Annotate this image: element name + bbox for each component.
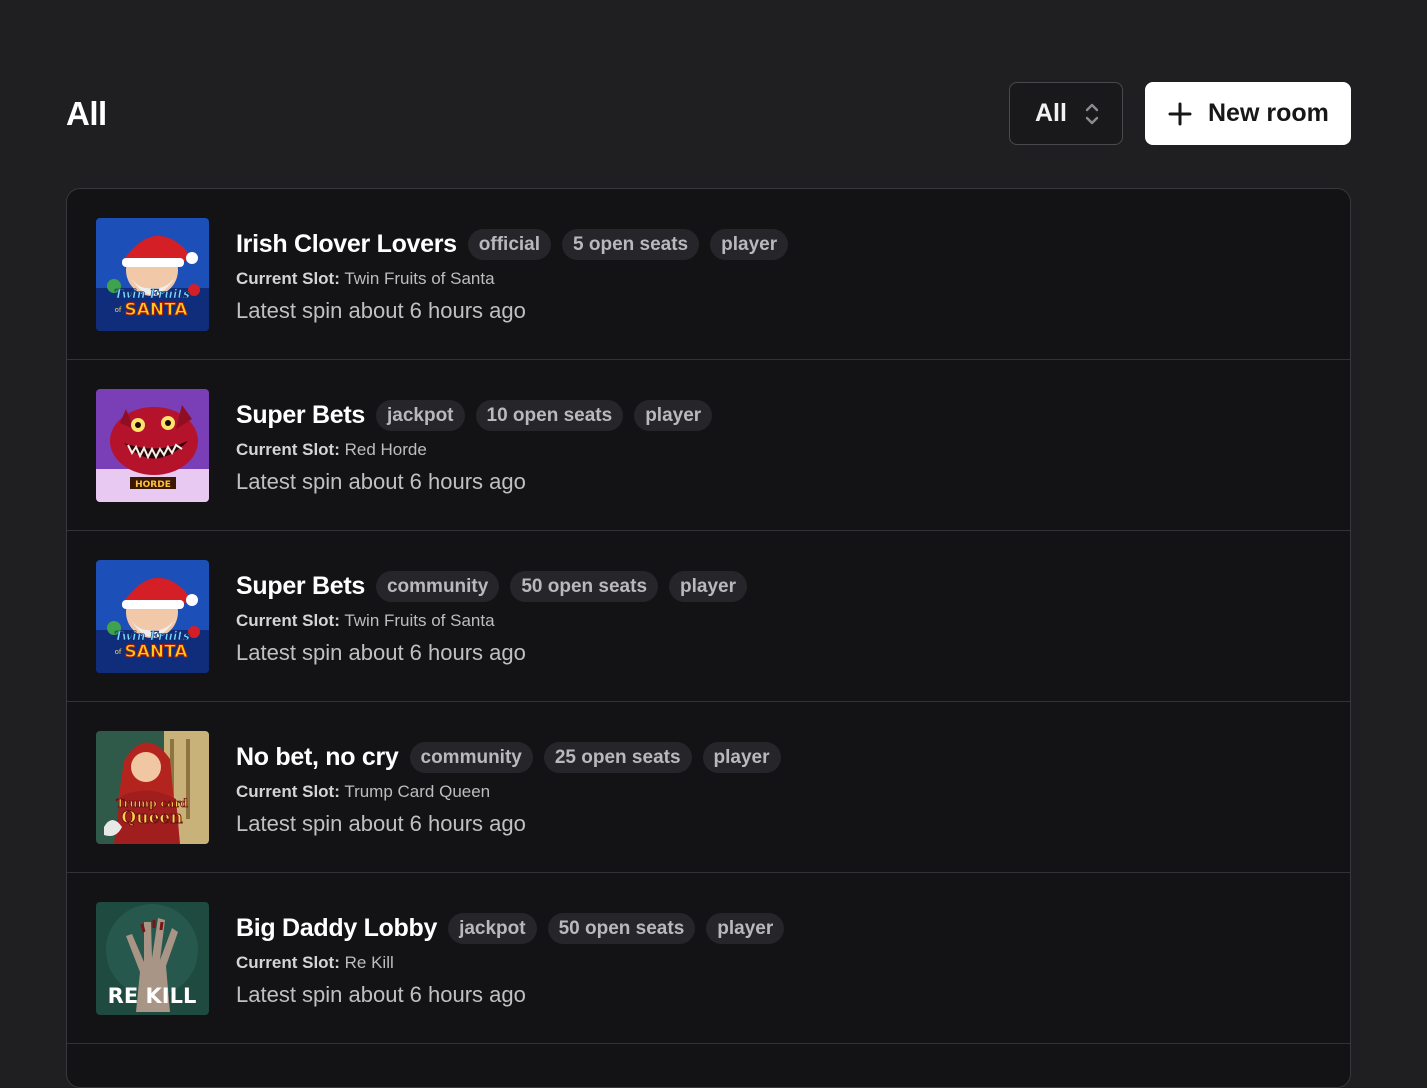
open-seats-badge: 10 open seats: [475, 399, 624, 431]
slot-thumbnail-red-horde: HORDE: [96, 389, 209, 502]
room-title-line: Super Bets community 50 open seats playe…: [236, 569, 758, 603]
current-slot: Current Slot: Trump Card Queen: [236, 780, 792, 804]
current-slot-label: Current Slot:: [236, 611, 340, 630]
current-slot-label: Current Slot:: [236, 782, 340, 801]
thumb-text: Twin Fruits: [114, 629, 190, 643]
room-name[interactable]: Irish Clover Lovers: [236, 230, 457, 259]
latest-spin: Latest spin about 6 hours ago: [236, 811, 526, 836]
thumb-text: of: [115, 648, 122, 656]
room-title-line: Irish Clover Lovers official 5 open seat…: [236, 227, 799, 261]
thumb-text: Twin Fruits: [114, 287, 190, 301]
header-controls: All New room: [1009, 82, 1351, 145]
latest-spin: Latest spin about 6 hours ago: [236, 640, 526, 665]
role-badge: player: [634, 399, 713, 431]
open-seats-badge: 50 open seats: [510, 570, 659, 602]
current-slot-label: Current Slot:: [236, 953, 340, 972]
current-slot: Current Slot: Twin Fruits of Santa: [236, 609, 758, 633]
room-type-badge: community: [375, 570, 500, 602]
new-room-button[interactable]: New room: [1145, 82, 1351, 145]
role-badge: player: [702, 741, 781, 773]
room-info: No bet, no cry community 25 open seats p…: [236, 731, 792, 838]
latest-spin: Latest spin about 6 hours ago: [236, 982, 526, 1007]
page-header: All All New room: [66, 82, 1351, 145]
current-slot: Current Slot: Re Kill: [236, 951, 795, 975]
open-seats-badge: 5 open seats: [562, 228, 700, 260]
room-title-line: No bet, no cry community 25 open seats p…: [236, 740, 792, 774]
room-list: Twin Fruits of SANTA Irish Clover Lovers…: [66, 188, 1351, 1088]
role-badge: player: [706, 912, 785, 944]
role-badge: player: [710, 228, 789, 260]
open-seats-badge: 25 open seats: [543, 741, 692, 773]
room-info: Super Bets community 50 open seats playe…: [236, 560, 758, 667]
room-name[interactable]: Super Bets: [236, 572, 365, 601]
room-info: Super Bets jackpot 10 open seats player …: [236, 389, 723, 496]
slot-thumbnail-twin-fruits-of-santa: Twin Fruits of SANTA: [96, 218, 209, 331]
room-title-line: Big Daddy Lobby jackpot 50 open seats pl…: [236, 911, 795, 945]
current-slot-value: Re Kill: [344, 953, 394, 972]
thumb-text: SANTA: [124, 300, 188, 320]
latest-spin: Latest spin about 6 hours ago: [236, 298, 526, 323]
room-row[interactable]: Twin Fruits of SANTA Super Bets communit…: [67, 531, 1350, 702]
page-title: All: [66, 94, 107, 132]
room-type-badge: official: [467, 228, 552, 260]
plus-icon: [1168, 102, 1192, 125]
thumb-text: HORDE: [135, 480, 171, 490]
room-type-badge: community: [409, 741, 533, 773]
room-name[interactable]: Super Bets: [236, 401, 365, 430]
thumb-text: Queen: [121, 808, 182, 828]
room-name[interactable]: Big Daddy Lobby: [236, 914, 437, 943]
current-slot-label: Current Slot:: [236, 269, 340, 288]
thumb-text: SANTA: [124, 642, 188, 662]
role-badge: player: [669, 570, 747, 602]
current-slot-value: Twin Fruits of Santa: [344, 611, 495, 630]
slot-thumbnail-twin-fruits-of-santa: Twin Fruits of SANTA: [96, 560, 209, 673]
slot-thumbnail-re-kill: RE KILL: [96, 902, 209, 1015]
current-slot: Current Slot: Red Horde: [236, 438, 723, 462]
thumb-text: RE KILL: [108, 984, 197, 1008]
room-type-badge: jackpot: [448, 912, 537, 944]
room-row[interactable]: HORDE Super Bets jackpot 10 open seats p…: [67, 360, 1350, 531]
room-row[interactable]: Trump card Queen No bet, no cry communit…: [67, 702, 1350, 873]
room-row[interactable]: RE KILL Big Daddy Lobby jackpot 50 open …: [67, 873, 1350, 1044]
thumb-text: of: [115, 306, 122, 314]
current-slot-value: Red Horde: [344, 440, 427, 459]
current-slot: Current Slot: Twin Fruits of Santa: [236, 267, 799, 291]
current-slot-value: Twin Fruits of Santa: [344, 269, 495, 288]
chevron-up-down-icon: [1084, 100, 1100, 128]
room-info: Irish Clover Lovers official 5 open seat…: [236, 218, 799, 325]
room-name[interactable]: No bet, no cry: [236, 743, 399, 772]
room-row[interactable]: Twin Fruits of SANTA Irish Clover Lovers…: [67, 189, 1350, 360]
room-title-line: Super Bets jackpot 10 open seats player: [236, 398, 723, 432]
latest-spin: Latest spin about 6 hours ago: [236, 469, 526, 494]
room-info: Big Daddy Lobby jackpot 50 open seats pl…: [236, 902, 795, 1009]
open-seats-badge: 50 open seats: [547, 912, 696, 944]
current-slot-value: Trump Card Queen: [344, 782, 491, 801]
slot-thumbnail-trump-card-queen: Trump card Queen: [96, 731, 209, 844]
filter-select-value: All: [1035, 99, 1067, 127]
room-type-badge: jackpot: [375, 399, 465, 431]
current-slot-label: Current Slot:: [236, 440, 340, 459]
new-room-label: New room: [1208, 99, 1329, 127]
filter-select[interactable]: All: [1009, 82, 1123, 145]
